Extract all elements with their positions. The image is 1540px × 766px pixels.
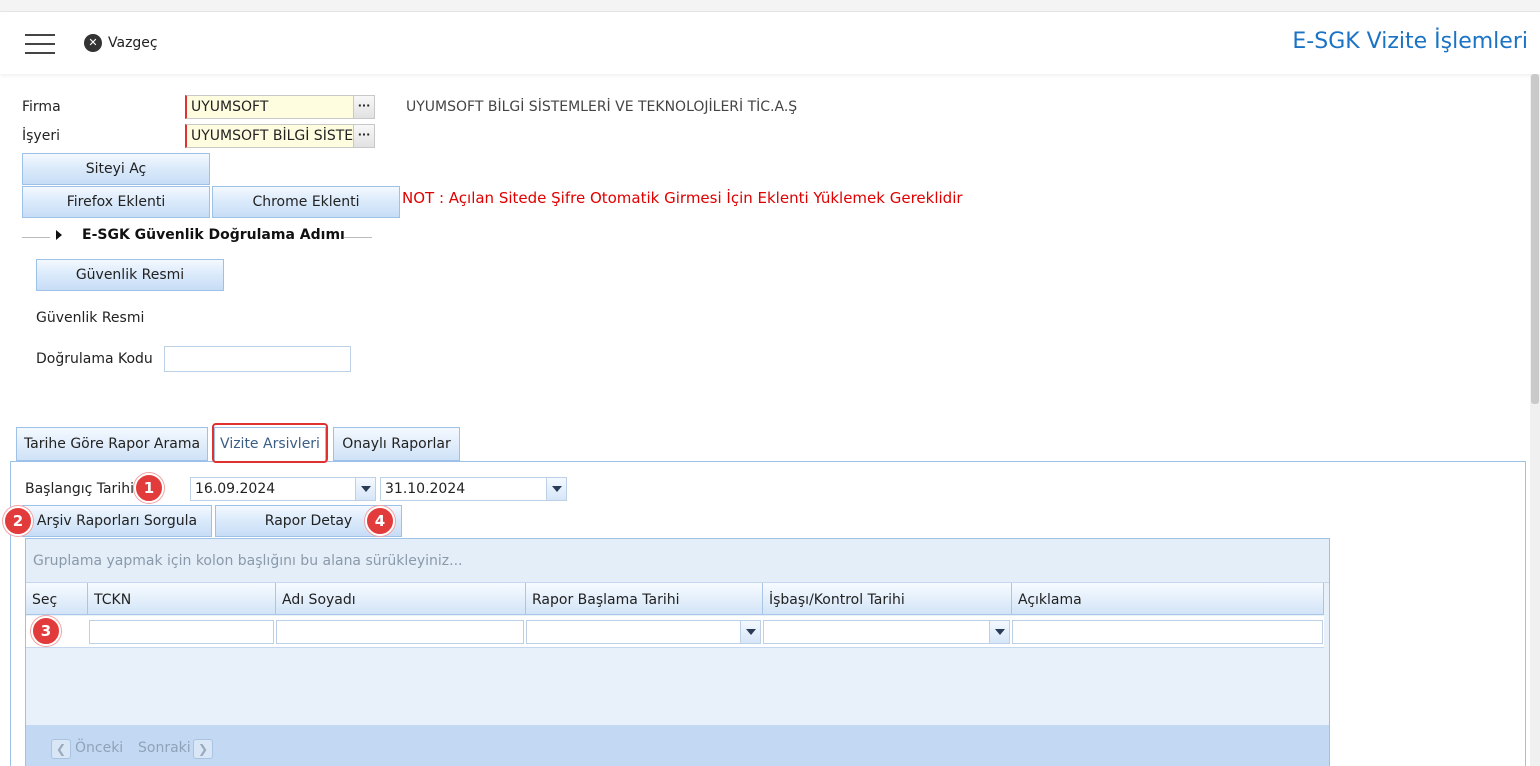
- security-section-toggle[interactable]: E-SGK Güvenlik Doğrulama Adımı: [22, 227, 372, 247]
- firma-label: Firma: [22, 99, 61, 115]
- chevron-down-icon: [995, 629, 1005, 635]
- firefox-extension-button[interactable]: Firefox Eklenti: [22, 186, 210, 218]
- archive-query-button[interactable]: Arşiv Raporları Sorgula: [22, 505, 212, 537]
- return-date-filter[interactable]: [763, 620, 1010, 644]
- chevron-right-icon[interactable]: ❯: [193, 739, 213, 759]
- tab-approved-reports[interactable]: Onaylı Raporlar: [333, 427, 460, 461]
- caret-right-icon: [56, 230, 62, 240]
- scrollbar-thumb[interactable]: [1531, 74, 1539, 404]
- step-badge-3: 3: [31, 616, 61, 646]
- column-header-tckn[interactable]: TCKN: [88, 583, 276, 615]
- end-date-value: 31.10.2024: [385, 481, 466, 497]
- firma-lookup-button[interactable]: ···: [353, 95, 375, 119]
- end-date-input[interactable]: 31.10.2024: [380, 477, 567, 501]
- grid-pager: ❮ Önceki Sonraki ❯: [26, 725, 1329, 766]
- site-open-button[interactable]: Siteyi Aç: [22, 153, 210, 185]
- cancel-label: Vazgeç: [108, 35, 158, 51]
- return-date-filter-dropdown[interactable]: [989, 621, 1009, 643]
- group-by-panel[interactable]: Gruplama yapmak için kolon başlığını bu …: [26, 539, 1329, 583]
- page-title: E-SGK Vizite İşlemleri: [1292, 29, 1528, 54]
- column-header-name[interactable]: Adı Soyadı: [276, 583, 526, 615]
- menu-icon[interactable]: [25, 34, 55, 54]
- report-start-filter[interactable]: [526, 620, 761, 644]
- browser-top-strip: [0, 0, 1540, 12]
- pager-next[interactable]: Sonraki: [138, 740, 191, 756]
- chevron-down-icon: [361, 486, 371, 492]
- column-header-description[interactable]: Açıklama: [1012, 583, 1324, 615]
- isyeri-label: İşyeri: [22, 128, 60, 144]
- divider: [22, 237, 50, 238]
- description-filter-input[interactable]: [1012, 620, 1323, 644]
- isyeri-input[interactable]: UYUMSOFT BİLGİ SİSTEMLERİ: [185, 124, 355, 148]
- verification-code-input[interactable]: [164, 346, 351, 372]
- chevron-down-icon: [552, 486, 562, 492]
- chevron-down-icon: [746, 629, 756, 635]
- report-start-filter-dropdown[interactable]: [740, 621, 760, 643]
- grid-filter-row: [26, 616, 1324, 648]
- chevron-left-icon[interactable]: ❮: [51, 739, 71, 759]
- firma-input[interactable]: UYUMSOFT: [185, 95, 355, 119]
- verification-code-label: Doğrulama Kodu: [36, 351, 153, 367]
- divider: [344, 237, 372, 238]
- column-header-return-date[interactable]: İşbaşı/Kontrol Tarihi: [763, 583, 1012, 615]
- pager-prev[interactable]: Önceki: [75, 740, 123, 756]
- close-icon: ✕: [84, 34, 102, 52]
- tab-vizite-archives[interactable]: Vizite Arsivleri: [214, 427, 326, 461]
- column-header-report-start[interactable]: Rapor Başlama Tarihi: [526, 583, 763, 615]
- extension-note: NOT : Açılan Sitede Şifre Otomatik Girme…: [402, 189, 963, 207]
- grid-header: Seç TCKN Adı Soyadı Rapor Başlama Tarihi…: [26, 583, 1324, 615]
- tckn-filter-input[interactable]: [89, 620, 274, 644]
- end-date-dropdown-button[interactable]: [546, 478, 566, 500]
- step-badge-2: 2: [3, 506, 33, 536]
- security-image-label: Güvenlik Resmi: [36, 310, 145, 326]
- name-filter-input[interactable]: [276, 620, 524, 644]
- start-date-dropdown-button[interactable]: [355, 478, 375, 500]
- step-badge-4: 4: [365, 506, 395, 536]
- column-header-select[interactable]: Seç: [26, 583, 88, 615]
- firma-description: UYUMSOFT BİLGİ SİSTEMLERİ VE TEKNOLOJİLE…: [406, 99, 798, 115]
- cancel-button[interactable]: ✕ Vazgeç: [84, 34, 158, 52]
- page-header: ✕ Vazgeç E-SGK Vizite İşlemleri: [0, 12, 1540, 74]
- start-date-label: Başlangıç Tarihi: [25, 481, 134, 497]
- archive-grid: Gruplama yapmak için kolon başlığını bu …: [25, 538, 1330, 766]
- security-section-title: E-SGK Güvenlik Doğrulama Adımı: [82, 227, 345, 243]
- start-date-input[interactable]: 16.09.2024: [190, 477, 376, 501]
- chrome-extension-button[interactable]: Chrome Eklenti: [212, 186, 400, 218]
- grid-body: [26, 649, 1324, 725]
- tab-date-search[interactable]: Tarihe Göre Rapor Arama: [16, 427, 208, 461]
- security-image-button[interactable]: Güvenlik Resmi: [36, 259, 224, 291]
- page-scrollbar[interactable]: [1530, 74, 1540, 766]
- step-badge-1: 1: [134, 473, 164, 503]
- start-date-value: 16.09.2024: [195, 481, 276, 497]
- isyeri-lookup-button[interactable]: ···: [353, 124, 375, 148]
